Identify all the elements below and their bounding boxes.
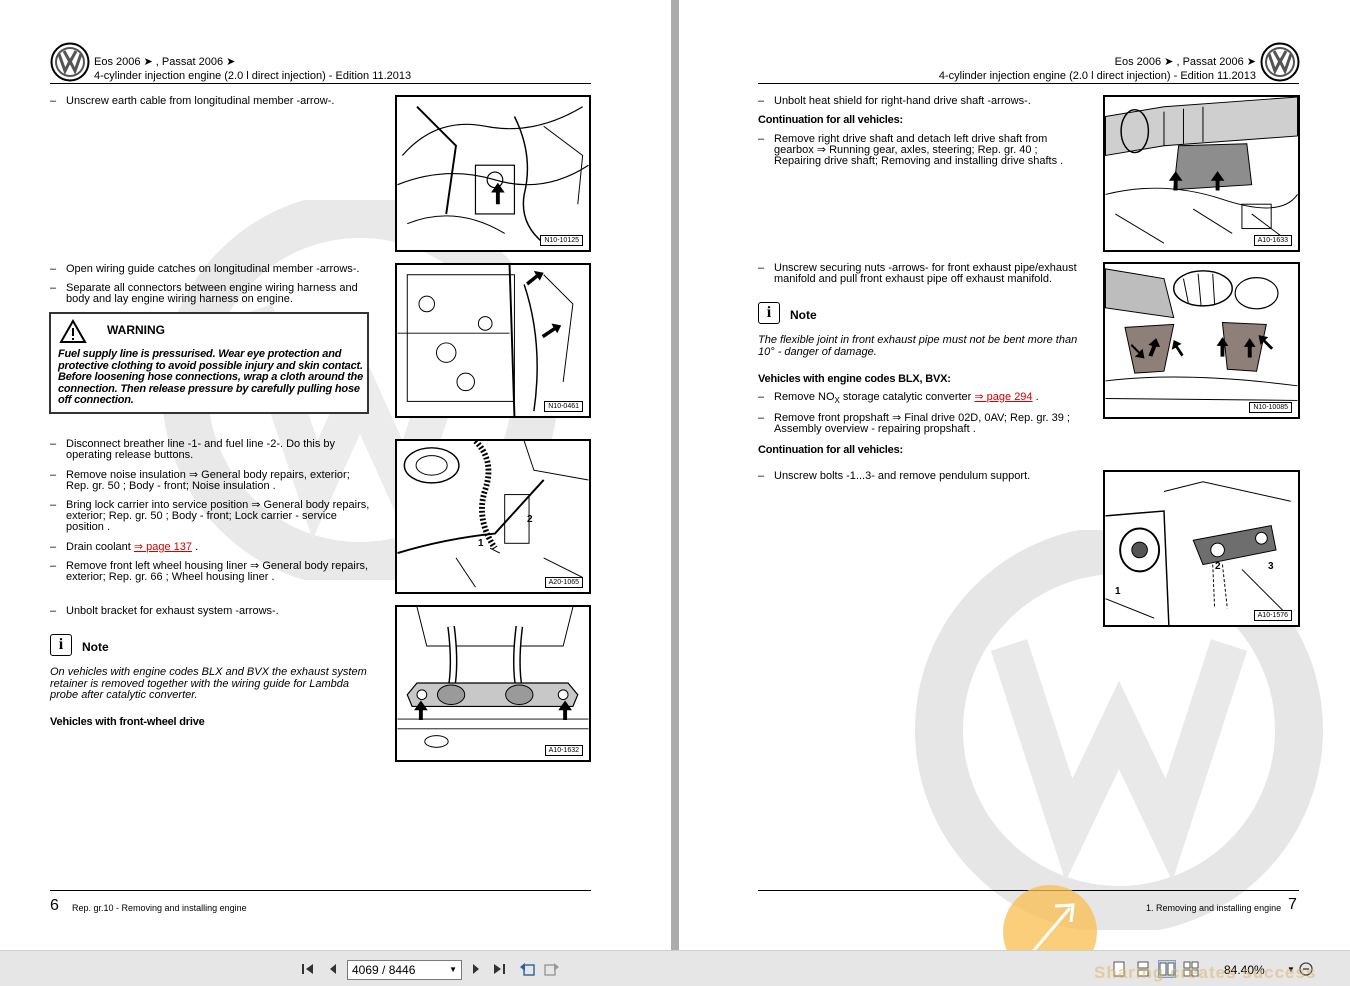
watermark-brand-text: Sharing creates success — [1094, 963, 1317, 982]
figure-code: N10-0461 — [544, 401, 583, 412]
forward-view-icon — [544, 963, 559, 976]
step-text: Remove front left wheel housing liner ⇒ … — [66, 560, 369, 583]
header-subtitle: 4-cylinder injection engine (2.0 l direc… — [938, 70, 1256, 82]
note-text: On vehicles with engine codes BLX and BV… — [50, 666, 367, 701]
engine-illustration — [1105, 97, 1298, 244]
figure-code: A10-1576 — [1253, 610, 1292, 621]
go-back-button[interactable] — [518, 960, 536, 978]
arrow-icon — [541, 323, 562, 339]
page-number: 7 — [1288, 896, 1297, 913]
page-link[interactable]: ⇒ page 137 — [134, 541, 192, 553]
callout-label: 2 — [527, 514, 533, 525]
step-text: Separate all connectors between engine w… — [66, 282, 358, 305]
chevron-left-icon — [330, 964, 336, 974]
figure-code: N10-10085 — [1249, 402, 1292, 413]
next-page-button[interactable] — [467, 960, 485, 978]
header-rule — [758, 83, 1299, 84]
arrow-icon — [526, 270, 544, 286]
last-page-button[interactable] — [490, 960, 508, 978]
step-text: Unscrew securing nuts -arrows- for front… — [774, 262, 1077, 285]
document-page-right: Eos 2006 ➤ , Passat 2006 ➤ 4-cylinder in… — [679, 0, 1350, 950]
engine-illustration — [397, 265, 574, 416]
section-heading: Continuation for all vehicles: — [758, 114, 903, 126]
warning-text: Fuel supply line is pressurised. Wear ey… — [58, 348, 363, 406]
section-heading: Vehicles with front-wheel drive — [50, 716, 205, 728]
page-number-input[interactable]: 4069 / 8446 ▼ — [347, 960, 462, 980]
header-title: Eos 2006 ➤ , Passat 2006 ➤ — [1114, 56, 1256, 68]
step-text: Remove NOX storage catalytic converter ⇒… — [774, 391, 1039, 406]
figure-heat-shield: A10-1633 — [1103, 95, 1300, 252]
step-text: Unscrew bolts -1...3- and remove pendulu… — [774, 470, 1031, 482]
step-text: Open wiring guide catches on longitudina… — [66, 263, 360, 275]
document-page-left: Eos 2006 ➤ , Passat 2006 ➤ 4-cylinder in… — [0, 0, 671, 950]
figure-exhaust-bracket: A10-1632 — [395, 605, 591, 762]
vw-logo-icon — [50, 42, 90, 82]
callout-label: 1 — [1115, 586, 1121, 597]
step-text: Disconnect breather line -1- and fuel li… — [66, 438, 336, 461]
arrow-icon — [491, 182, 505, 205]
engine-illustration — [1105, 268, 1298, 401]
step-text: Unbolt heat shield for right-hand drive … — [774, 95, 1031, 107]
info-icon: i — [50, 634, 72, 656]
arrow-icon — [1171, 340, 1184, 357]
footer-text: Rep. gr.10 - Removing and installing eng… — [72, 903, 247, 913]
figure-code: A10-1633 — [1253, 235, 1292, 246]
step-text: Remove front propshaft ⇒ Final drive 02D… — [774, 412, 1070, 435]
step-text: Remove noise insulation ⇒ General body r… — [66, 469, 350, 492]
header-rule — [50, 83, 591, 84]
engine-illustration — [1105, 481, 1292, 625]
engine-illustration — [397, 106, 589, 244]
step-text: Bring lock carrier into service position… — [66, 499, 370, 533]
warning-title: WARNING — [107, 323, 165, 337]
section-heading: Continuation for all vehicles: — [758, 444, 903, 456]
header-subtitle: 4-cylinder injection engine (2.0 l direc… — [94, 70, 412, 82]
vw-logo-icon — [1260, 42, 1300, 82]
first-page-icon — [302, 964, 313, 974]
note-text: The flexible joint in front exhaust pipe… — [758, 334, 1078, 358]
note-label: Note — [82, 640, 109, 654]
previous-page-button[interactable] — [324, 960, 342, 978]
callout-label: 2 — [1215, 561, 1221, 572]
figure-breather-fuel-line: 1 2 A20-1065 — [395, 439, 591, 594]
warning-triangle-icon — [59, 319, 87, 343]
info-icon: i — [758, 302, 780, 324]
step-text: Unbolt bracket for exhaust system -arrow… — [66, 605, 279, 617]
chevron-down-icon[interactable]: ▼ — [449, 961, 457, 979]
figure-wiring-guide: N10-0461 — [395, 263, 591, 418]
last-page-icon — [494, 964, 505, 974]
note-label: Note — [790, 308, 817, 322]
figure-code: A10-1632 — [544, 745, 583, 756]
figure-pendulum-support: 1 2 3 A10-1576 — [1103, 470, 1300, 627]
first-page-button[interactable] — [299, 960, 317, 978]
go-forward-button[interactable] — [543, 960, 561, 978]
engine-illustration — [397, 441, 589, 588]
page-link[interactable]: ⇒ page 294 — [974, 391, 1032, 403]
callout-label: 3 — [1268, 561, 1274, 572]
step-text: Drain coolant ⇒ page 137 . — [66, 541, 199, 553]
back-view-icon — [520, 963, 535, 976]
section-heading: Vehicles with engine codes BLX, BVX: — [758, 373, 951, 385]
engine-illustration — [397, 607, 589, 748]
step-text: Unscrew earth cable from longitudinal me… — [66, 95, 335, 107]
warning-box: WARNING Fuel supply line is pressurised.… — [49, 312, 369, 414]
figure-exhaust-nuts: N10-10085 — [1103, 262, 1300, 419]
figure-engine-earth-cable: N10-10125 — [395, 95, 591, 252]
header-title: Eos 2006 ➤ , Passat 2006 ➤ — [94, 56, 236, 68]
figure-code: A20-1065 — [544, 577, 583, 588]
figure-code: N10-10125 — [540, 235, 583, 246]
footer-text: 1. Removing and installing engine — [1146, 903, 1282, 913]
page-number: 6 — [50, 897, 59, 914]
callout-label: 1 — [478, 538, 484, 549]
step-text: Remove right drive shaft and detach left… — [774, 133, 1064, 167]
footer-rule — [50, 890, 591, 891]
chevron-right-icon — [473, 964, 479, 974]
